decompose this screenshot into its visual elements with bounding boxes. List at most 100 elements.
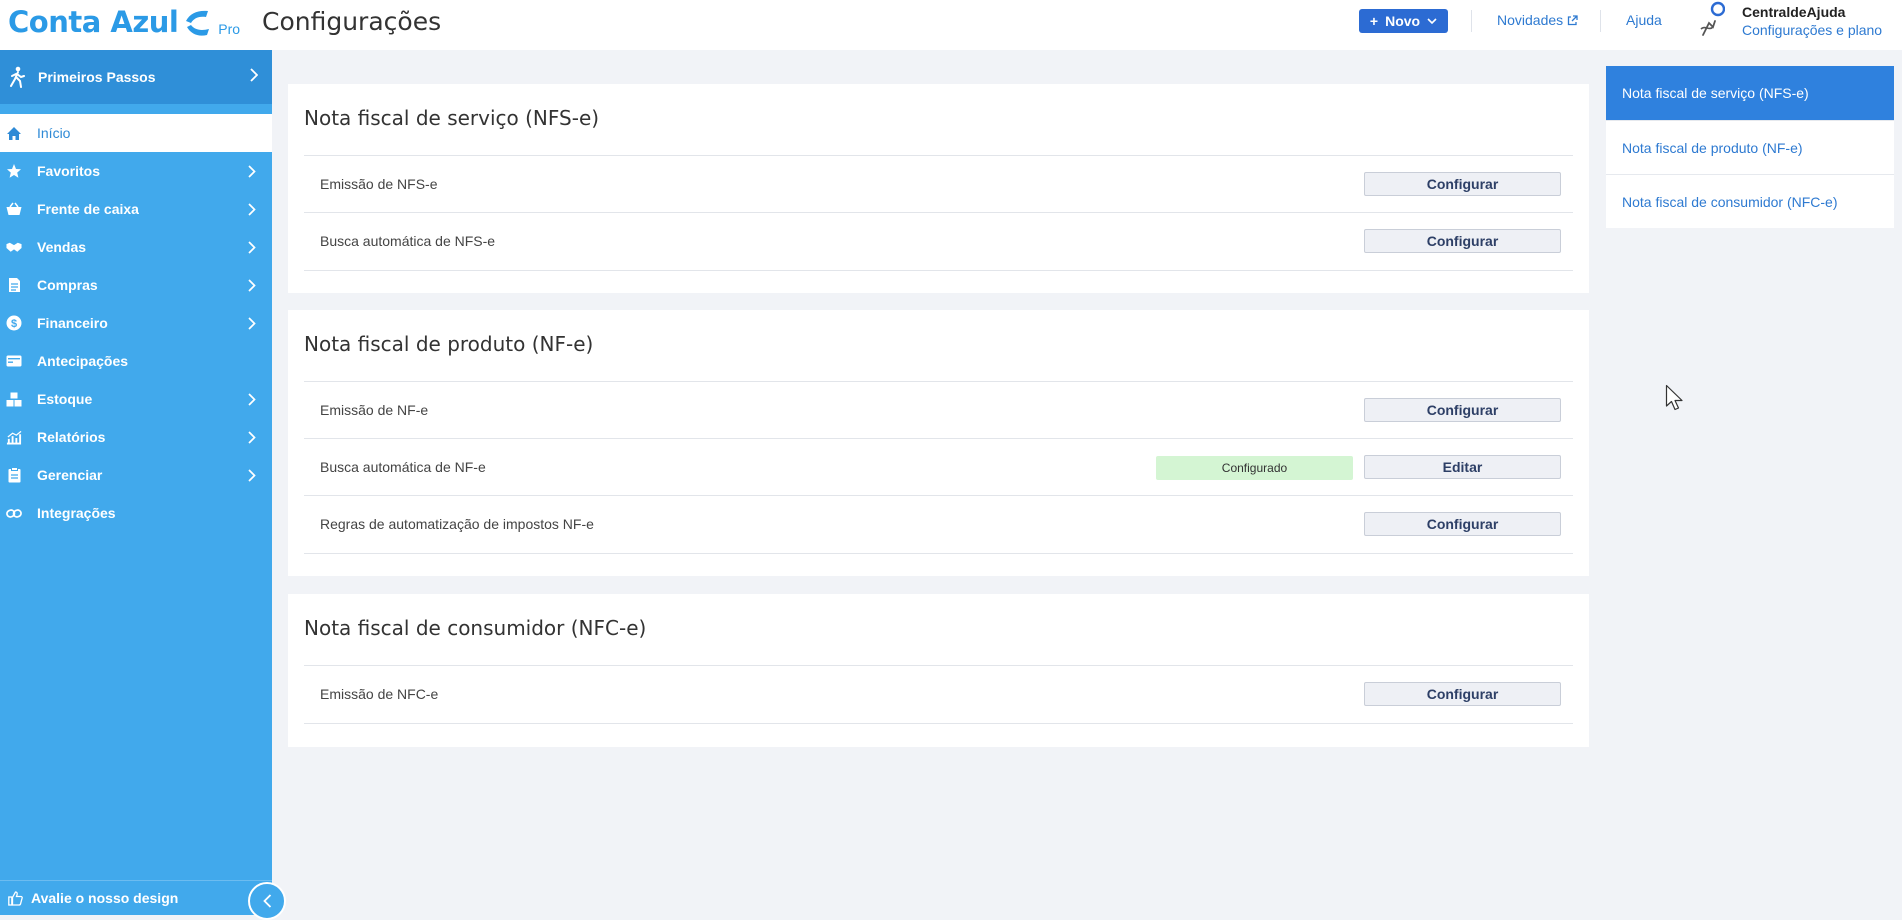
sidebar: Primeiros Passos Início Favoritos Frente…: [0, 50, 272, 915]
mouse-cursor-icon: [1665, 384, 1683, 411]
help-link[interactable]: Ajuda: [1626, 12, 1662, 28]
header-divider: [1471, 10, 1472, 32]
chevron-right-icon: [248, 317, 256, 330]
row-label: Busca automática de NFS-e: [320, 233, 496, 249]
configure-button[interactable]: Configurar: [1364, 229, 1561, 253]
edit-button[interactable]: Editar: [1364, 455, 1561, 479]
clipboard-icon: [6, 467, 22, 483]
anchor-nfce[interactable]: Nota fiscal de consumidor (NFC-e): [1606, 174, 1894, 228]
sidebar-item-financeiro[interactable]: $ Financeiro: [0, 304, 272, 342]
section-nfse: Nota fiscal de serviço (NFS-e) Emissão d…: [288, 84, 1589, 293]
boxes-icon: [6, 391, 22, 407]
first-steps-label: Primeiros Passos: [38, 69, 156, 85]
dollar-icon: $: [6, 315, 22, 331]
sidebar-item-label: Favoritos: [37, 163, 101, 179]
sidebar-item-frente-de-caixa[interactable]: Frente de caixa: [0, 190, 272, 228]
settings-row: Regras de automatização de impostos NF-e…: [304, 495, 1573, 554]
section-title: Nota fiscal de serviço (NFS-e): [304, 106, 600, 130]
document-icon: [6, 277, 22, 293]
svg-text:$: $: [11, 318, 17, 330]
section-nfce: Nota fiscal de consumidor (NFC-e) Emissã…: [288, 594, 1589, 747]
chevron-right-icon: [248, 203, 256, 216]
row-label: Emissão de NFC-e: [320, 686, 439, 702]
chevron-right-icon: [248, 431, 256, 444]
sidebar-item-antecipacoes[interactable]: Antecipações: [0, 342, 272, 380]
sidebar-item-label: Frente de caixa: [37, 201, 139, 217]
row-label: Busca automática de NF-e: [320, 459, 486, 475]
sidebar-item-label: Financeiro: [37, 315, 108, 331]
plus-icon: +: [1369, 13, 1379, 29]
collapse-sidebar-button[interactable]: [248, 882, 286, 920]
chevron-right-icon: [248, 469, 256, 482]
basket-icon: [6, 201, 22, 217]
chevron-right-icon: [248, 165, 256, 178]
section-title: Nota fiscal de produto (NF-e): [304, 332, 594, 356]
row-label: Emissão de NF-e: [320, 402, 429, 418]
sidebar-item-gerenciar[interactable]: Gerenciar: [0, 456, 272, 494]
logo-text: Conta Azul: [8, 5, 179, 39]
sidebar-item-relatorios[interactable]: Relatórios: [0, 418, 272, 456]
home-icon: [6, 125, 22, 141]
configure-button[interactable]: Configurar: [1364, 398, 1561, 422]
sidebar-item-compras[interactable]: Compras: [0, 266, 272, 304]
anchor-nfe[interactable]: Nota fiscal de produto (NF-e): [1606, 120, 1894, 174]
edition-label: Pro: [218, 21, 241, 37]
sidebar-item-inicio[interactable]: Início: [0, 114, 272, 152]
app-logo[interactable]: Conta Azul Pro: [8, 3, 240, 41]
user-name[interactable]: CentraldeAjuda: [1742, 4, 1845, 20]
thumbs-up-icon: [8, 890, 23, 906]
section-anchor-nav: Nota fiscal de serviço (NFS-e) Nota fisc…: [1606, 66, 1894, 228]
chevron-right-icon: [248, 393, 256, 406]
row-label: Emissão de NFS-e: [320, 176, 438, 192]
sidebar-item-favoritos[interactable]: Favoritos: [0, 152, 272, 190]
link-icon: [6, 505, 22, 521]
walking-person-icon: [10, 66, 25, 88]
settings-row: Emissão de NFC-e Configurar: [304, 665, 1573, 724]
settings-row: Busca automática de NF-e Configurado Edi…: [304, 438, 1573, 496]
rate-design-label: Avalie o nosso design: [31, 890, 179, 906]
sidebar-item-integracoes[interactable]: Integrações: [0, 494, 272, 532]
page-title: Configurações: [262, 7, 442, 36]
chart-icon: [6, 429, 22, 445]
sidebar-item-vendas[interactable]: Vendas: [0, 228, 272, 266]
handshake-icon: [6, 239, 22, 255]
sidebar-item-label: Vendas: [37, 239, 87, 255]
sidebar-item-label: Estoque: [37, 391, 93, 407]
status-badge: Configurado: [1156, 456, 1353, 480]
user-avatar-icon[interactable]: [1697, 1, 1725, 39]
settings-row: Emissão de NFS-e Configurar: [304, 155, 1573, 213]
sidebar-item-estoque[interactable]: Estoque: [0, 380, 272, 418]
news-link-label: Novidades: [1497, 12, 1564, 28]
sidebar-item-label: Relatórios: [37, 429, 106, 445]
new-button[interactable]: + Novo: [1359, 9, 1448, 33]
sidebar-item-label: Compras: [37, 277, 98, 293]
chevron-left-icon: [262, 894, 271, 908]
settings-and-plan-link[interactable]: Configurações e plano: [1742, 22, 1882, 38]
anchor-nfse[interactable]: Nota fiscal de serviço (NFS-e): [1606, 66, 1894, 120]
main-nav: Início Favoritos Frente de caixa Vendas: [0, 114, 272, 532]
row-label: Regras de automatização de impostos NF-e: [320, 516, 594, 532]
sidebar-item-label: Integrações: [37, 505, 116, 521]
chevron-right-icon: [248, 241, 256, 254]
header-divider: [1600, 10, 1601, 32]
configure-button[interactable]: Configurar: [1364, 172, 1561, 196]
chevron-right-icon: [250, 68, 258, 82]
section-title: Nota fiscal de consumidor (NFC-e): [304, 616, 647, 640]
top-header: Conta Azul Pro Configurações + Novo Novi…: [0, 0, 1902, 50]
star-icon: [6, 163, 22, 179]
configure-button[interactable]: Configurar: [1364, 512, 1561, 536]
first-steps-item[interactable]: Primeiros Passos: [0, 50, 272, 104]
settings-row: Busca automática de NFS-e Configurar: [304, 212, 1573, 271]
sidebar-item-label: Gerenciar: [37, 467, 103, 483]
configure-button[interactable]: Configurar: [1364, 682, 1561, 706]
section-nfe: Nota fiscal de produto (NF-e) Emissão de…: [288, 310, 1589, 576]
settings-row: Emissão de NF-e Configurar: [304, 381, 1573, 439]
chevron-down-icon: [1427, 17, 1437, 24]
chevron-right-icon: [248, 279, 256, 292]
logo-mark-icon: [186, 10, 210, 36]
external-link-icon: [1568, 14, 1578, 25]
rate-design-button[interactable]: Avalie o nosso design: [0, 880, 272, 915]
news-link[interactable]: Novidades: [1497, 12, 1578, 28]
new-button-label: Novo: [1385, 13, 1421, 29]
card-icon: [6, 353, 22, 369]
